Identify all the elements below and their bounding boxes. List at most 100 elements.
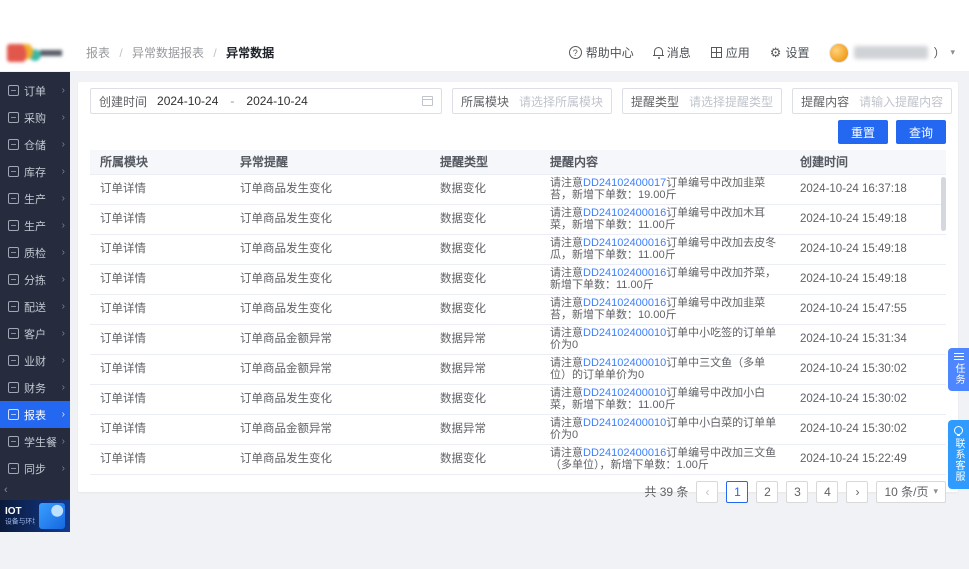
user-name-suffix: ） <box>933 44 945 61</box>
sidebar-item-inventory[interactable]: 库存› <box>0 158 70 185</box>
bell-icon <box>654 47 663 56</box>
chevron-right-icon: › <box>62 220 65 231</box>
type-cell: 数据异常 <box>430 354 540 384</box>
page-button-1[interactable]: 1 <box>726 481 748 503</box>
sidebar-item-sync[interactable]: 同步› <box>0 455 70 482</box>
module-select[interactable]: 所属模块 请选择所属模块 <box>452 88 612 114</box>
module-cell: 订单详情 <box>90 444 230 474</box>
apps-button[interactable]: 应用 <box>711 44 750 61</box>
order-number-link[interactable]: DD24102400016 <box>583 447 666 459</box>
content-prefix: 请注意 <box>550 237 583 249</box>
sidebar-item-procurement[interactable]: 采购› <box>0 104 70 131</box>
alert-cell: 订单商品金额异常 <box>230 324 430 354</box>
sidebar-collapse-button[interactable]: ‹ <box>0 482 70 500</box>
sidebar-item-label: 生产 <box>24 191 57 207</box>
avatar <box>829 43 849 63</box>
iot-texts: IOT 设备与环境 <box>5 506 35 527</box>
order-number-link[interactable]: DD24102400016 <box>583 297 666 309</box>
order-number-link[interactable]: DD24102400017 <box>583 177 666 189</box>
page-button-4[interactable]: 4 <box>816 481 838 503</box>
table-body: 订单详情订单商品发生变化数据变化请注意DD24102400017订单编号中改加韭… <box>90 174 946 474</box>
reset-button[interactable]: 重置 <box>838 120 888 144</box>
sidebar-item-label: 客户 <box>24 326 57 342</box>
date-separator: - <box>230 94 234 108</box>
customers-icon <box>8 328 19 339</box>
messages-button[interactable]: 消息 <box>654 44 691 61</box>
settings-button[interactable]: ⚙ 设置 <box>770 44 810 61</box>
sidebar-item-orders[interactable]: 订单› <box>0 77 70 104</box>
order-number-link[interactable]: DD24102400010 <box>583 417 666 429</box>
app-logo <box>7 44 63 62</box>
sidebar-item-label: 财务 <box>24 380 57 396</box>
table-row: 订单详情订单商品发生变化数据变化请注意DD24102400016订单编号中改加芥… <box>90 264 946 294</box>
customer-service-float-tab[interactable]: 联系客服 <box>948 420 969 489</box>
sidebar-item-label: 仓储 <box>24 137 57 153</box>
reminder-type-select[interactable]: 提醒类型 请选择提醒类型 <box>622 88 782 114</box>
warehouse-icon <box>8 139 19 150</box>
messages-label: 消息 <box>667 44 691 61</box>
module-cell: 订单详情 <box>90 204 230 234</box>
time-cell: 2024-10-24 15:22:49 <box>790 444 946 474</box>
alert-cell: 订单商品发生变化 <box>230 444 430 474</box>
alert-cell: 订单商品发生变化 <box>230 294 430 324</box>
order-number-link[interactable]: DD24102400016 <box>583 207 666 219</box>
sidebar-item-reports[interactable]: 报表› <box>0 401 70 428</box>
table-row: 订单详情订单商品发生变化数据变化请注意DD24102400017订单编号中改加韭… <box>90 174 946 204</box>
next-page-button[interactable]: › <box>846 481 868 503</box>
alert-cell: 订单商品发生变化 <box>230 264 430 294</box>
time-cell: 2024-10-24 15:30:02 <box>790 354 946 384</box>
pagination-pages: 1234 <box>726 481 838 503</box>
column-header-content: 提醒内容 <box>540 150 790 174</box>
production-2-icon <box>8 220 19 231</box>
apps-grid-icon <box>711 47 722 58</box>
page-size-value: 10 条/页 <box>884 483 928 500</box>
iot-panel[interactable]: IOT 设备与环境 <box>0 500 70 532</box>
reminder-content-input[interactable]: 提醒内容 请输入提醒内容 <box>792 88 952 114</box>
sidebar-item-finance[interactable]: 财务› <box>0 374 70 401</box>
sidebar-item-production-2[interactable]: 生产› <box>0 212 70 239</box>
prev-page-button[interactable]: ‹ <box>696 481 718 503</box>
breadcrumb-current: 异常数据 <box>226 46 274 60</box>
breadcrumb-item[interactable]: 报表 <box>86 46 110 60</box>
chevron-right-icon: › <box>62 409 65 420</box>
page-size-select[interactable]: 10 条/页 ▾ <box>876 481 946 503</box>
breadcrumb-separator: / <box>119 46 122 60</box>
reminder-content-cell: 请注意DD24102400016订单编号中改加韭菜苔，新增下单数：10.00斤 <box>540 294 790 324</box>
sidebar-item-sorting[interactable]: 分拣› <box>0 266 70 293</box>
search-button[interactable]: 查询 <box>896 120 946 144</box>
help-center-button[interactable]: 帮助中心 <box>569 44 634 61</box>
content-prefix: 请注意 <box>550 297 583 309</box>
sidebar-item-label: 质检 <box>24 245 57 261</box>
order-number-link[interactable]: DD24102400010 <box>583 387 666 399</box>
page-button-3[interactable]: 3 <box>786 481 808 503</box>
breadcrumb-item[interactable]: 异常数据报表 <box>132 46 204 60</box>
page-button-2[interactable]: 2 <box>756 481 778 503</box>
order-number-link[interactable]: DD24102400010 <box>583 357 666 369</box>
order-number-link[interactable]: DD24102400016 <box>583 237 666 249</box>
date-range-picker[interactable]: 创建时间 2024-10-24 - 2024-10-24 <box>90 88 442 114</box>
time-cell: 2024-10-24 15:31:34 <box>790 324 946 354</box>
table-row: 订单详情订单商品发生变化数据变化请注意DD24102400016订单编号中改加三… <box>90 444 946 474</box>
sidebar-item-business-finance[interactable]: 业财› <box>0 347 70 374</box>
sidebar-item-student-meal[interactable]: 学生餐› <box>0 428 70 455</box>
chevron-right-icon: › <box>62 166 65 177</box>
sidebar-item-customers[interactable]: 客户› <box>0 320 70 347</box>
chevron-down-icon: ▾ <box>933 486 938 497</box>
chevron-right-icon: › <box>62 301 65 312</box>
type-cell: 数据变化 <box>430 294 540 324</box>
task-tab-label: 任务 <box>951 363 966 385</box>
order-number-link[interactable]: DD24102400016 <box>583 267 666 279</box>
content-card: 创建时间 2024-10-24 - 2024-10-24 所属模块 请选择所属模… <box>78 82 958 492</box>
sidebar-item-production[interactable]: 生产› <box>0 185 70 212</box>
logo-area[interactable] <box>0 44 70 62</box>
chevron-right-icon: › <box>62 463 65 474</box>
sidebar-item-delivery[interactable]: 配送 › <box>0 293 70 320</box>
sidebar-item-quality-check[interactable]: 质检› <box>0 239 70 266</box>
order-number-link[interactable]: DD24102400010 <box>583 327 666 339</box>
task-float-tab[interactable]: 任务 <box>948 348 969 391</box>
sidebar-item-label: 配送 <box>24 299 57 315</box>
task-list-icon <box>954 353 964 360</box>
sidebar-item-warehouse[interactable]: 仓储› <box>0 131 70 158</box>
table-scrollbar[interactable] <box>941 177 946 231</box>
user-menu[interactable]: ） ▾ <box>829 43 955 63</box>
